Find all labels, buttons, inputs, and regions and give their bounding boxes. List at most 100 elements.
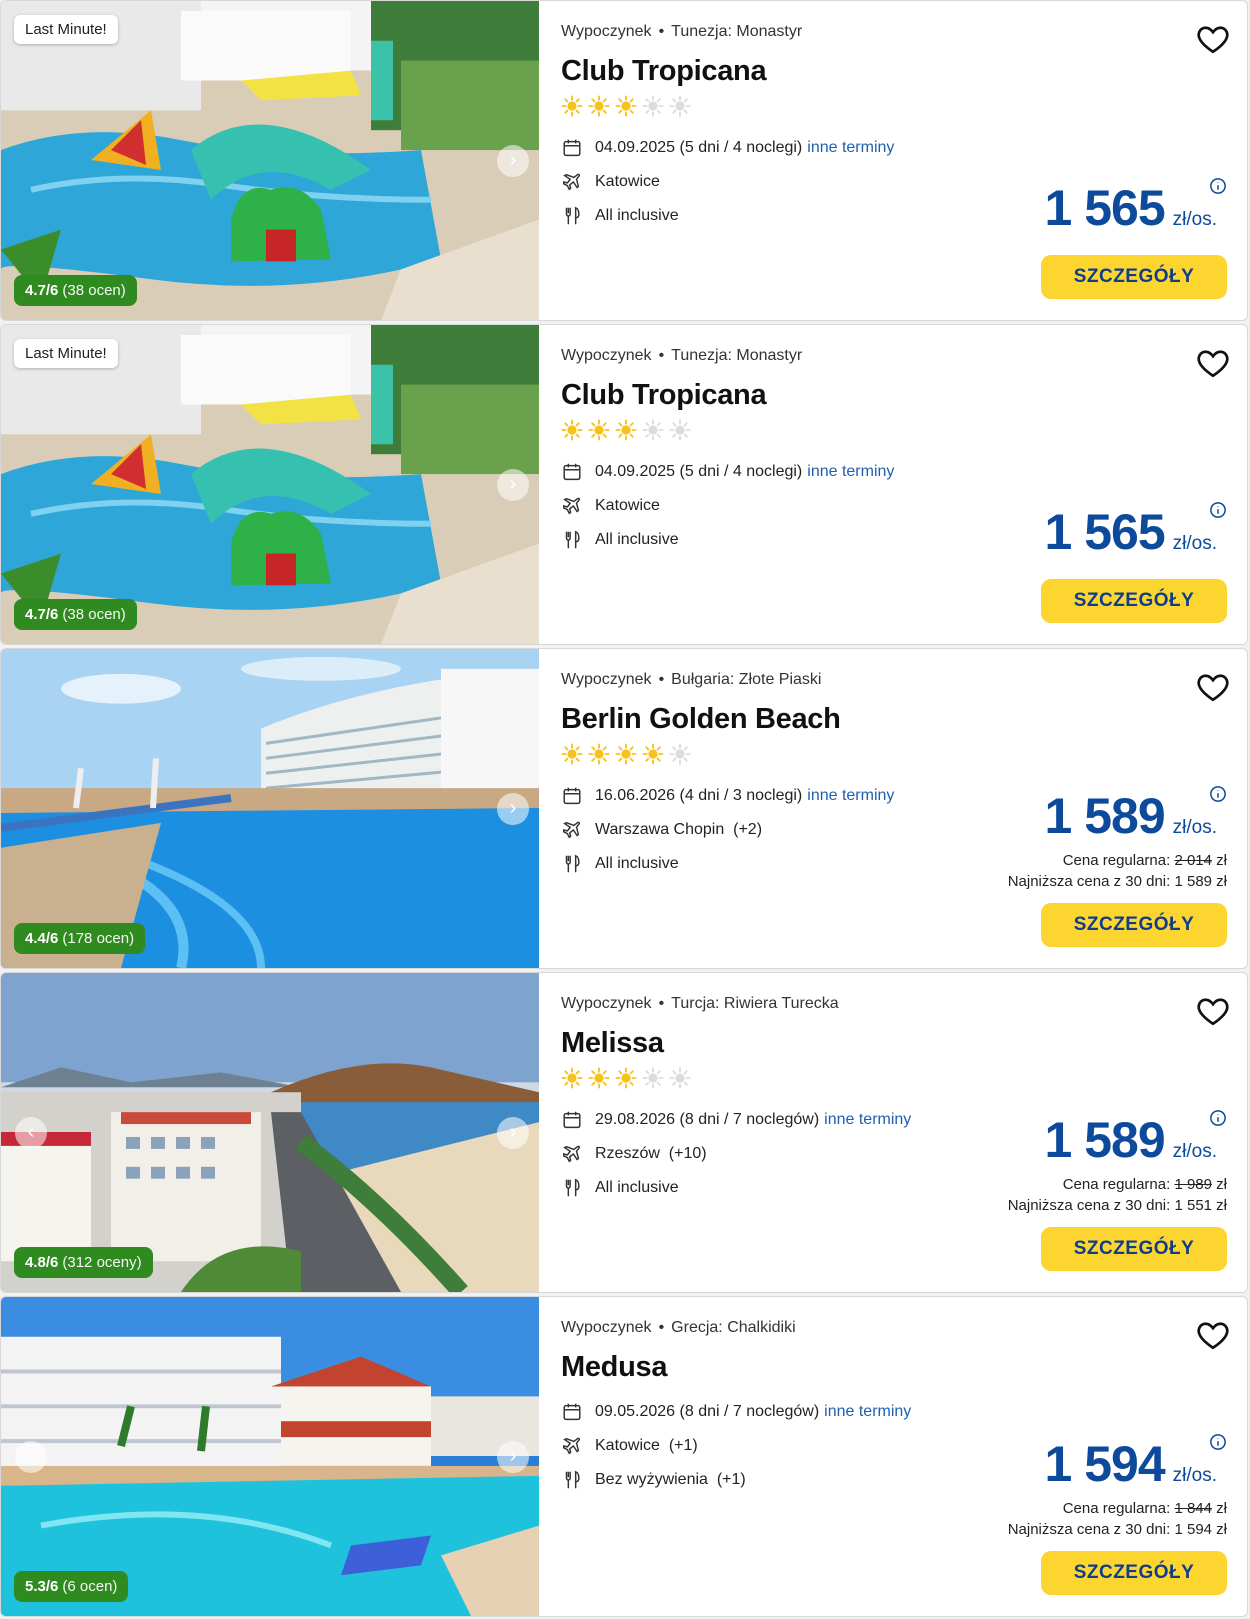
offer-details: 29.08.2026 (8 dni / 7 noclegów) inne term… — [561, 1103, 911, 1205]
offer-departure-row: Katowice — [561, 489, 894, 523]
favorite-heart-icon[interactable] — [1195, 993, 1231, 1029]
offer-card[interactable]: Last Minute! › 4.7/6 (38 ocen) Wypoczynek… — [0, 324, 1248, 645]
cutlery-icon — [561, 1177, 583, 1199]
offer-departure-row: Warszawa Chopin (+2) — [561, 813, 894, 847]
price-amount: 1 589 — [1044, 1112, 1166, 1168]
offer-photo[interactable]: › 4.4/6 (178 ocen) — [1, 649, 539, 968]
offer-price: 1 589 zł/os. — [1044, 1109, 1227, 1169]
next-photo-button[interactable]: › — [497, 468, 529, 501]
hotel-name[interactable]: Medusa — [561, 1351, 667, 1384]
offer-category: Wypoczynek — [561, 347, 652, 364]
details-button[interactable]: SZCZEGÓŁY — [1041, 1551, 1227, 1595]
offer-info: Wypoczynek • Grecja: Chalkidiki Medusa 09.… — [561, 1297, 1247, 1616]
offer-card[interactable]: › 4.4/6 (178 ocen) Wypoczynek • Bułgaria: Z… — [0, 648, 1248, 969]
details-button[interactable]: SZCZEGÓŁY — [1041, 1227, 1227, 1271]
calendar-icon — [561, 1109, 583, 1131]
offer-location: Wypoczynek • Bułgaria: Złote Piaski — [561, 671, 822, 688]
regular-price: 2 014 — [1174, 852, 1212, 869]
offer-photo[interactable]: Last Minute! › 4.7/6 (38 ocen) — [1, 1, 539, 320]
offer-photo[interactable]: ‹ › 5.3/6 (6 ocen) — [1, 1297, 539, 1616]
offer-date: 29.08.2026 (8 dni / 7 noclegów) — [595, 1111, 820, 1128]
price-amount: 1 565 — [1044, 504, 1166, 560]
star-icon — [669, 419, 691, 446]
price-info-icon[interactable] — [1209, 785, 1227, 803]
details-button[interactable]: SZCZEGÓŁY — [1041, 255, 1227, 299]
plane-icon — [561, 1435, 583, 1457]
cutlery-icon — [561, 205, 583, 227]
offer-departure: Rzeszów (+10) — [595, 1145, 707, 1162]
offer-board-row: Bez wyżywienia (+1) — [561, 1463, 911, 1497]
favorite-heart-icon[interactable] — [1195, 345, 1231, 381]
rating-badge: 4.7/6 (38 ocen) — [14, 275, 137, 306]
star-icon — [561, 95, 583, 122]
offer-details: 16.06.2026 (4 dni / 3 noclegi) inne termi… — [561, 779, 894, 881]
plane-icon — [561, 1143, 583, 1165]
star-icon — [561, 419, 583, 446]
cutlery-icon — [561, 853, 583, 875]
rating-badge: 4.7/6 (38 ocen) — [14, 599, 137, 630]
offer-card[interactable]: ‹ › 4.8/6 (312 oceny) Wypoczynek • Turcja: … — [0, 972, 1248, 1293]
hotel-name[interactable]: Club Tropicana — [561, 379, 767, 412]
offer-card[interactable]: ‹ › 5.3/6 (6 ocen) Wypoczynek • Grecja: Cha… — [0, 1296, 1248, 1617]
offer-price: 1 594 zł/os. — [1044, 1433, 1227, 1493]
next-photo-button[interactable]: › — [497, 1440, 529, 1473]
next-photo-button[interactable]: › — [497, 792, 529, 825]
price-info-icon[interactable] — [1209, 501, 1227, 519]
offer-board: All inclusive — [595, 531, 679, 548]
price-unit: zł/os. — [1172, 533, 1217, 554]
plane-icon — [561, 495, 583, 517]
details-button[interactable]: SZCZEGÓŁY — [1041, 579, 1227, 623]
offer-category: Wypoczynek — [561, 995, 652, 1012]
other-dates-link[interactable]: inne terminy — [807, 787, 894, 805]
next-photo-button[interactable]: › — [497, 1116, 529, 1149]
price-unit: zł/os. — [1172, 209, 1217, 230]
hotel-name[interactable]: Berlin Golden Beach — [561, 703, 841, 736]
favorite-heart-icon[interactable] — [1195, 21, 1231, 57]
offer-location: Wypoczynek • Grecja: Chalkidiki — [561, 1319, 796, 1336]
offer-details: 04.09.2025 (5 dni / 4 noclegi) inne termi… — [561, 131, 894, 233]
star-icon — [588, 419, 610, 446]
offer-date: 16.06.2026 (4 dni / 3 noclegi) — [595, 787, 803, 804]
offer-info: Wypoczynek • Tunezja: Monastyr Club Tropic… — [561, 1, 1247, 320]
price-amount: 1 594 — [1044, 1436, 1166, 1492]
price-history: Cena regularna: 1 844 zł Najniższa cena … — [1008, 1498, 1227, 1540]
price-info-icon[interactable] — [1209, 177, 1227, 195]
offer-category: Wypoczynek — [561, 1319, 652, 1336]
offer-photo[interactable]: Last Minute! › 4.7/6 (38 ocen) — [1, 325, 539, 644]
hotel-name[interactable]: Club Tropicana — [561, 55, 767, 88]
offer-card[interactable]: Last Minute! › 4.7/6 (38 ocen) Wypoczynek… — [0, 0, 1248, 321]
offer-destination: Bułgaria: Złote Piaski — [671, 671, 822, 688]
next-photo-button[interactable]: › — [497, 144, 529, 177]
favorite-heart-icon[interactable] — [1195, 1317, 1231, 1353]
prev-photo-button[interactable]: ‹ — [15, 1116, 47, 1149]
other-dates-link[interactable]: inne terminy — [807, 139, 894, 157]
favorite-heart-icon[interactable] — [1195, 669, 1231, 705]
offer-location: Wypoczynek • Tunezja: Monastyr — [561, 23, 803, 40]
offer-date: 09.05.2026 (8 dni / 7 noclegów) — [595, 1403, 820, 1420]
price-unit: zł/os. — [1172, 1465, 1217, 1486]
cutlery-icon — [561, 1469, 583, 1491]
offer-board-row: All inclusive — [561, 1171, 911, 1205]
other-dates-link[interactable]: inne terminy — [807, 463, 894, 481]
hotel-name[interactable]: Melissa — [561, 1027, 664, 1060]
offer-board-row: All inclusive — [561, 847, 894, 881]
offer-departure-row: Katowice (+1) — [561, 1429, 911, 1463]
lowest-price-line: Najniższa cena z 30 dni: 1 589 zł — [1007, 873, 1227, 890]
other-dates-link[interactable]: inne terminy — [824, 1111, 911, 1129]
offer-destination: Grecja: Chalkidiki — [671, 1319, 796, 1336]
details-button[interactable]: SZCZEGÓŁY — [1041, 903, 1227, 947]
offer-departure-row: Katowice — [561, 165, 894, 199]
calendar-icon — [561, 1401, 583, 1423]
offer-photo[interactable]: ‹ › 4.8/6 (312 oceny) — [1, 973, 539, 1292]
price-info-icon[interactable] — [1209, 1433, 1227, 1451]
other-dates-link[interactable]: inne terminy — [824, 1403, 911, 1421]
price-info-icon[interactable] — [1209, 1109, 1227, 1127]
offer-board-row: All inclusive — [561, 199, 894, 233]
regular-price-line: Cena regularna: 1 844 zł — [1062, 1500, 1227, 1517]
price-unit: zł/os. — [1172, 1141, 1217, 1162]
prev-photo-button[interactable]: ‹ — [15, 1440, 47, 1473]
star-icon — [561, 1067, 583, 1094]
star-icon — [615, 743, 637, 770]
offer-price: 1 589 zł/os. — [1045, 785, 1227, 845]
rating-badge: 4.8/6 (312 oceny) — [14, 1247, 153, 1278]
